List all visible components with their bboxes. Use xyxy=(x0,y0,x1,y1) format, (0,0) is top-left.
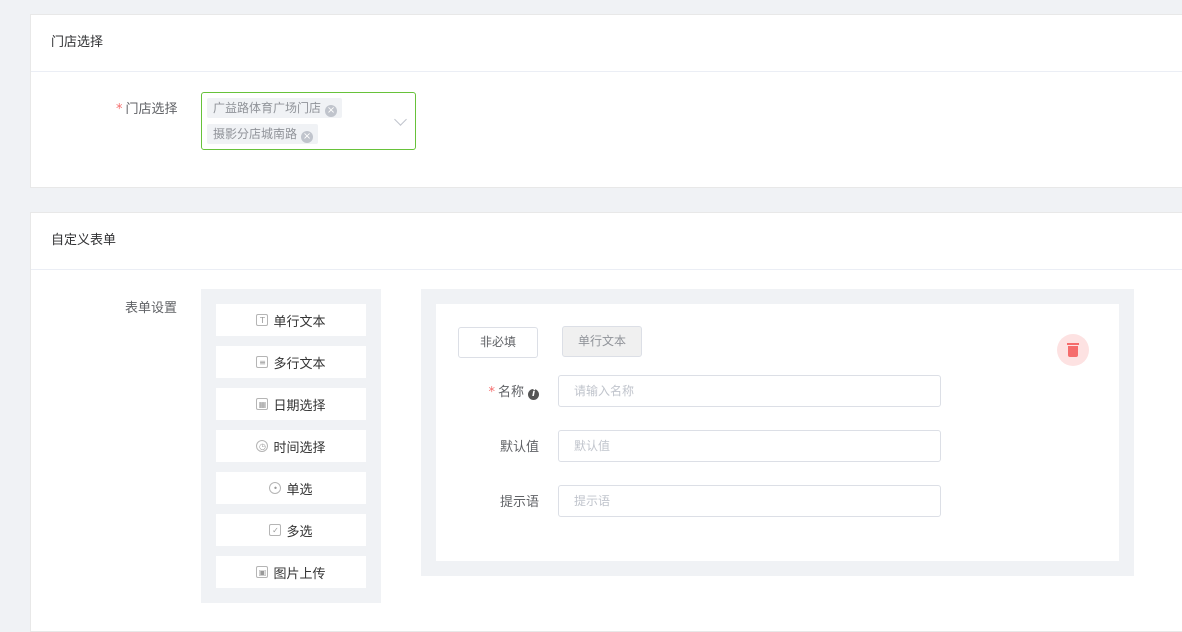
palette-item-label: 单行文本 xyxy=(273,314,326,330)
checkbox-icon: ✓ xyxy=(269,524,282,536)
field-label-text: 名称 xyxy=(497,385,524,400)
name-input[interactable] xyxy=(558,375,941,407)
trash-icon xyxy=(1067,343,1079,345)
palette-item-label: 时间选择 xyxy=(273,440,326,456)
field-editor-area: 非必填 单行文本 *名称 i 默认值 提示语 xyxy=(421,289,1134,576)
palette-item-label: 多行文本 xyxy=(273,356,326,372)
optional-toggle-button[interactable]: 非必填 xyxy=(458,327,538,358)
palette-item-label: 日期选择 xyxy=(273,398,326,414)
radio-icon: • xyxy=(269,482,282,494)
store-card-title: 门店选择 xyxy=(31,15,1182,72)
palette-item-radio[interactable]: • 单选 xyxy=(216,472,366,504)
required-asterisk: * xyxy=(488,385,495,400)
calendar-icon: ▦ xyxy=(256,398,269,410)
palette-item-checkbox[interactable]: ✓ 多选 xyxy=(216,514,366,546)
store-multiselect[interactable]: 广益路体育广场门店 × 摄影分店城南路 × xyxy=(201,92,416,150)
field-type-badge: 单行文本 xyxy=(562,326,642,357)
palette-item-label: 单选 xyxy=(286,482,313,498)
required-asterisk: * xyxy=(116,102,123,117)
store-card: 门店选择 * 门店选择 广益路体育广场门店 × 摄影分店城南路 × xyxy=(30,14,1182,188)
field-palette: T 单行文本 ≡ 多行文本 ▦ 日期选择 ◷ 时间选择 • 单选 ✓ 多选 ▣ 图片上传 xyxy=(201,289,381,603)
field-editor-card: 非必填 单行文本 *名称 i 默认值 提示语 xyxy=(436,304,1119,561)
palette-item-image[interactable]: ▣ 图片上传 xyxy=(216,556,366,588)
clock-icon: ◷ xyxy=(256,440,269,452)
form-settings-label: 表单设置 xyxy=(125,301,178,316)
store-label: * 门店选择 xyxy=(116,98,178,117)
form-card: 自定义表单 表单设置 T 单行文本 ≡ 多行文本 ▦ 日期选择 ◷ 时间选择 • 单选 ✓… xyxy=(30,212,1182,632)
palette-item-single-line[interactable]: T 单行文本 xyxy=(216,304,366,336)
image-icon: ▣ xyxy=(256,566,269,578)
trash-icon-body xyxy=(1068,346,1078,357)
store-tag-label: 摄影分店城南路 xyxy=(213,127,298,141)
field-label-name: * 名称 i xyxy=(488,381,539,400)
store-tag: 广益路体育广场门店 × xyxy=(207,98,343,118)
store-tag-label: 广益路体育广场门店 xyxy=(213,101,322,115)
delete-field-button[interactable] xyxy=(1057,334,1089,366)
textarea-icon: ≡ xyxy=(256,356,269,368)
tag-close-icon[interactable]: × xyxy=(301,131,314,143)
tag-close-icon[interactable]: × xyxy=(325,105,338,117)
palette-item-date[interactable]: ▦ 日期选择 xyxy=(216,388,366,420)
store-label-text: 门店选择 xyxy=(125,102,178,117)
field-label-default: 默认值 xyxy=(499,440,539,455)
hint-input[interactable] xyxy=(558,485,941,517)
text-field-icon: T xyxy=(256,314,269,326)
palette-item-label: 图片上传 xyxy=(273,566,326,582)
palette-item-time[interactable]: ◷ 时间选择 xyxy=(216,430,366,462)
palette-item-label: 多选 xyxy=(286,524,313,540)
info-icon[interactable]: i xyxy=(528,389,539,400)
form-card-title: 自定义表单 xyxy=(31,213,1182,270)
palette-item-multi-line[interactable]: ≡ 多行文本 xyxy=(216,346,366,378)
field-label-hint: 提示语 xyxy=(499,495,539,510)
chevron-down-icon[interactable] xyxy=(394,113,407,126)
store-tag: 摄影分店城南路 × xyxy=(207,124,319,144)
default-value-input[interactable] xyxy=(558,430,941,462)
